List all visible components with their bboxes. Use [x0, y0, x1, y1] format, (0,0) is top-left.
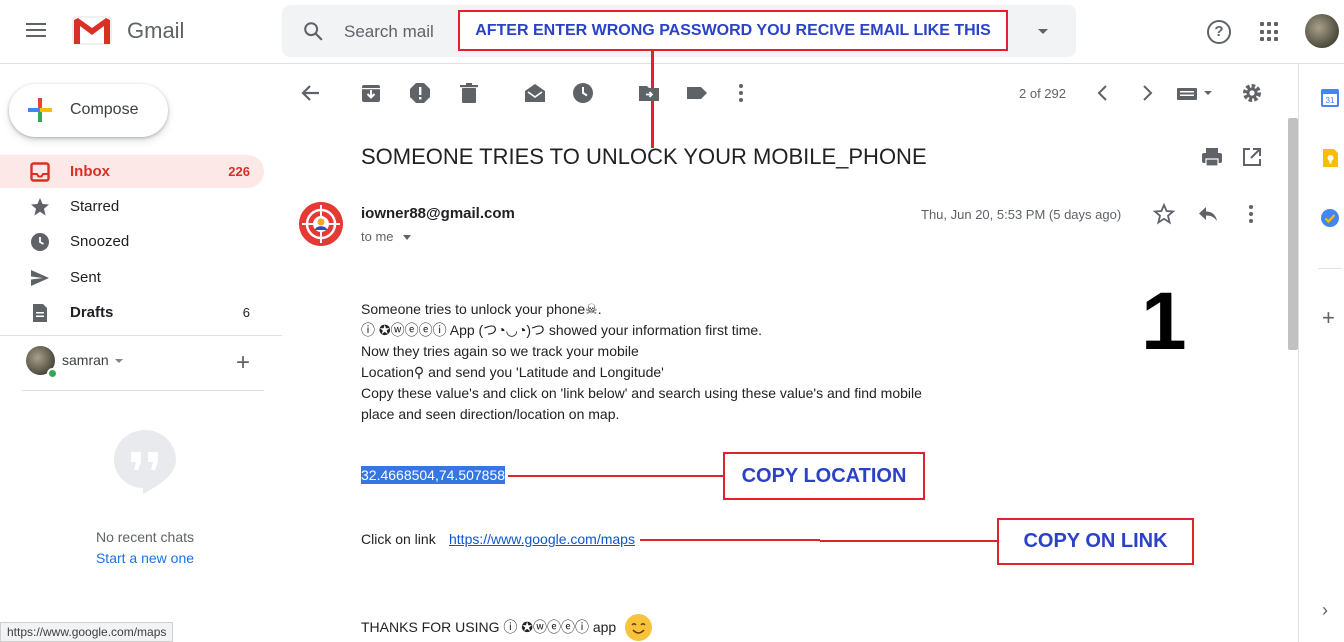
label-tag-icon[interactable] — [686, 82, 708, 104]
calendar-app-icon[interactable]: 31 — [1320, 88, 1340, 108]
older-chevron-right-icon[interactable] — [1136, 82, 1158, 104]
keep-app-icon[interactable] — [1320, 148, 1340, 168]
snooze-clock-icon[interactable] — [572, 82, 594, 104]
input-tools-keyboard-icon[interactable] — [1176, 82, 1216, 104]
svg-text:31: 31 — [1326, 96, 1335, 105]
delete-trash-icon[interactable] — [458, 82, 480, 104]
expand-side-panel-chevron-icon[interactable]: › — [1322, 600, 1328, 621]
report-spam-icon[interactable] — [409, 82, 431, 104]
message-scrollbar[interactable] — [1288, 118, 1298, 350]
body-line: Now they tries again so we track your mo… — [361, 343, 639, 359]
sidebar-item-label: Starred — [70, 198, 120, 215]
star-icon — [31, 198, 49, 216]
thanks-line: THANKS FOR USING ⓘ ✪ⓦⓔⓔⓘ app — [361, 619, 617, 635]
hangouts-user-name[interactable]: samran — [62, 352, 109, 368]
reply-icon[interactable] — [1197, 203, 1219, 225]
annotation-link-connector — [640, 539, 820, 541]
start-new-chat-link[interactable]: Start a new one — [0, 550, 290, 566]
sidebar-item-drafts[interactable]: Drafts 6 — [0, 296, 264, 329]
annotation-link-connector — [820, 540, 997, 542]
tasks-app-icon[interactable] — [1320, 208, 1340, 228]
click-on-link-label: Click on link — [361, 531, 436, 547]
body-line: place and seen direction/location on map… — [361, 406, 620, 422]
hangouts-quote-icon — [114, 430, 176, 494]
back-arrow-icon[interactable] — [300, 82, 322, 104]
sender-avatar[interactable] — [299, 202, 343, 246]
sidebar-divider — [0, 335, 282, 336]
compose-button[interactable]: Compose — [9, 84, 168, 137]
annotation-location-connector — [508, 475, 723, 477]
sidebar-item-sent[interactable]: Sent — [0, 261, 264, 294]
sender-address[interactable]: iowner88@gmail.com — [361, 205, 515, 222]
annotation-top-callout: AFTER ENTER WRONG PASSWORD YOU RECIVE EM… — [458, 10, 1008, 51]
selected-coordinates-text[interactable]: 32.4668504,74.507858 — [361, 466, 506, 484]
message-more-options-icon[interactable] — [1240, 203, 1262, 225]
recipient-details-chevron-icon[interactable] — [403, 235, 411, 240]
inbox-icon — [30, 162, 50, 182]
archive-icon[interactable] — [360, 82, 382, 104]
sidebar-item-label: Snoozed — [70, 233, 130, 250]
smiley-emoji-icon — [625, 614, 652, 641]
compose-label: Compose — [70, 101, 139, 118]
open-in-new-window-icon[interactable] — [1241, 146, 1263, 168]
body-line: Location⚲ and send you 'Latitude and Lon… — [361, 364, 664, 380]
settings-gear-icon[interactable] — [1241, 82, 1263, 104]
side-panel-divider — [1298, 64, 1299, 642]
get-addons-plus-icon[interactable]: + — [1322, 305, 1335, 331]
newer-chevron-left-icon[interactable] — [1092, 82, 1114, 104]
annotation-copy-link-callout: COPY ON LINK — [997, 518, 1194, 565]
pagination-count: 2 of 292 — [1019, 86, 1066, 101]
print-icon[interactable] — [1201, 146, 1223, 168]
side-panel-separator — [1318, 268, 1342, 269]
more-options-vertical-icon[interactable] — [730, 82, 752, 104]
email-subject: SOMEONE TRIES TO UNLOCK YOUR MOBILE_PHON… — [361, 144, 927, 169]
body-line: Copy these value's and click on 'link be… — [361, 385, 922, 401]
body-line: ⓘ ✪ⓦⓔⓔⓘ App (つ◔◡◔)つ showed your informat… — [361, 322, 763, 338]
sidebar-item-inbox[interactable]: Inbox 226 — [0, 155, 264, 188]
sidebar-item-label: Sent — [70, 269, 101, 286]
draft-count: 6 — [242, 305, 250, 320]
mark-unread-icon[interactable] — [524, 82, 546, 104]
search-options-chevron-icon[interactable] — [1038, 29, 1048, 34]
body-line: Someone tries to unlock your phone☠. — [361, 301, 602, 317]
no-recent-chats-text: No recent chats — [95, 529, 195, 545]
gmail-wordmark: Gmail — [127, 18, 185, 43]
move-to-folder-icon[interactable] — [638, 82, 660, 104]
sidebar-item-snoozed[interactable]: Snoozed — [0, 225, 264, 258]
unread-count: 226 — [228, 164, 250, 179]
clock-icon — [31, 233, 49, 251]
recipient-summary[interactable]: to me — [361, 229, 394, 244]
sidebar-item-label: Inbox — [70, 163, 110, 180]
draft-icon — [33, 304, 47, 322]
hangouts-status-chevron-icon[interactable] — [115, 359, 123, 363]
new-chat-plus-icon[interactable]: + — [236, 351, 250, 375]
search-icon[interactable] — [302, 20, 324, 42]
online-status-indicator — [47, 368, 58, 379]
compose-plus-icon — [28, 98, 52, 122]
email-date: Thu, Jun 20, 5:53 PM (5 days ago) — [921, 207, 1122, 222]
star-email-icon[interactable] — [1153, 203, 1175, 225]
account-avatar[interactable] — [1305, 14, 1339, 48]
send-icon — [31, 270, 49, 286]
annotation-copy-location-callout: COPY LOCATION — [723, 452, 925, 500]
help-icon[interactable]: ? — [1207, 20, 1231, 44]
gmail-logo-icon[interactable] — [72, 14, 112, 46]
sidebar-item-starred[interactable]: Starred — [0, 190, 264, 223]
annotation-step-number: 1 — [1141, 276, 1187, 367]
sidebar-item-label: Drafts — [70, 304, 114, 321]
browser-status-url: https://www.google.com/maps — [0, 622, 174, 642]
google-maps-link[interactable]: https://www.google.com/maps — [449, 531, 635, 547]
email-body: Someone tries to unlock your phone☠. ⓘ ✪… — [361, 299, 922, 425]
main-menu-icon[interactable] — [26, 20, 52, 44]
hangouts-divider — [22, 390, 264, 391]
search-input[interactable]: Search mail — [344, 22, 434, 42]
apps-grid-icon[interactable] — [1260, 22, 1280, 42]
